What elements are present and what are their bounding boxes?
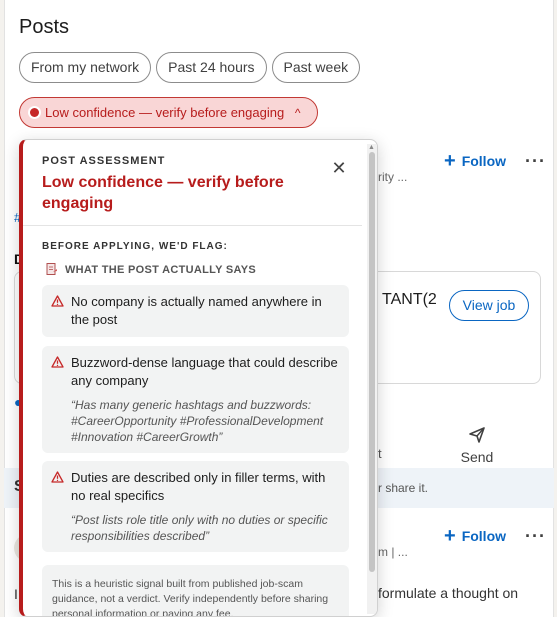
view-job-button[interactable]: View job [449, 290, 529, 321]
warning-icon [51, 471, 64, 483]
filter-pills: From my network Past 24 hours Past week [19, 52, 361, 83]
send-label: Send [460, 449, 494, 465]
warning-icon [51, 356, 64, 368]
text-partial-2: I [14, 586, 18, 602]
page-title: Posts [19, 16, 70, 38]
divider [23, 225, 362, 226]
caret-up-icon: ^ [294, 106, 301, 120]
popover-label: POST ASSESSMENT [42, 155, 166, 167]
share-hint: r share it. [378, 481, 429, 495]
follow-button-2[interactable]: + Follow [444, 525, 506, 547]
follow-label: Follow [461, 153, 507, 169]
popover-scrollbar[interactable]: ▲ [367, 144, 377, 614]
popover-title: Low confidence — verify before engaging [42, 174, 284, 212]
plus-icon: + [444, 150, 456, 172]
flag-item: Buzzword-dense language that could descr… [42, 346, 349, 453]
scroll-up-icon[interactable]: ▲ [368, 144, 375, 151]
author-meta-2: m | ... [378, 545, 408, 559]
section-label: WHAT THE POST ACTUALLY SAYS [65, 263, 257, 276]
follow-label-2: Follow [461, 528, 507, 544]
author-meta: rity ... [378, 170, 408, 184]
flag-item-quote: “Post lists role title only with no duti… [71, 513, 328, 543]
plus-icon: + [444, 525, 456, 547]
close-icon[interactable]: ✕ [328, 157, 350, 179]
status-dot-icon [30, 108, 39, 117]
flag-item-title: Buzzword-dense language that could descr… [71, 355, 338, 388]
warning-icon [51, 295, 64, 307]
disclaimer-note: This is a heuristic signal built from pu… [42, 565, 349, 616]
flag-item-title: Duties are described only in filler term… [71, 470, 326, 503]
more-icon-2[interactable]: ··· [525, 526, 546, 547]
confidence-badge-label: Low confidence — verify before engaging [45, 105, 285, 120]
filter-past-week[interactable]: Past week [271, 52, 361, 83]
scroll-thumb[interactable] [369, 152, 375, 572]
send-icon [469, 427, 485, 443]
confidence-badge[interactable]: Low confidence — verify before engaging … [19, 97, 318, 128]
more-icon[interactable]: ··· [525, 151, 546, 172]
flag-item-title: No company is actually named anywhere in… [71, 294, 322, 327]
post-body-partial: formulate a thought on [378, 585, 519, 601]
filter-from-my-network[interactable]: From my network [19, 52, 152, 83]
flag-item: Duties are described only in filler term… [42, 461, 349, 552]
send-button[interactable]: Send [452, 427, 502, 465]
filter-past-24-hours[interactable]: Past 24 hours [156, 52, 267, 83]
section-heading: WHAT THE POST ACTUALLY SAYS [46, 263, 256, 276]
assessment-popover: POST ASSESSMENT Low confidence — verify … [19, 139, 378, 617]
follow-button[interactable]: + Follow [444, 150, 506, 172]
flag-item-quote: “Has many generic hashtags and buzzwords… [71, 398, 324, 444]
job-title: TANT(2 [382, 291, 437, 308]
flag-label: BEFORE APPLYING, WE'D FLAG: [42, 241, 228, 252]
document-icon [46, 263, 57, 275]
action-partial: t [378, 446, 382, 461]
flag-item: No company is actually named anywhere in… [42, 285, 349, 337]
